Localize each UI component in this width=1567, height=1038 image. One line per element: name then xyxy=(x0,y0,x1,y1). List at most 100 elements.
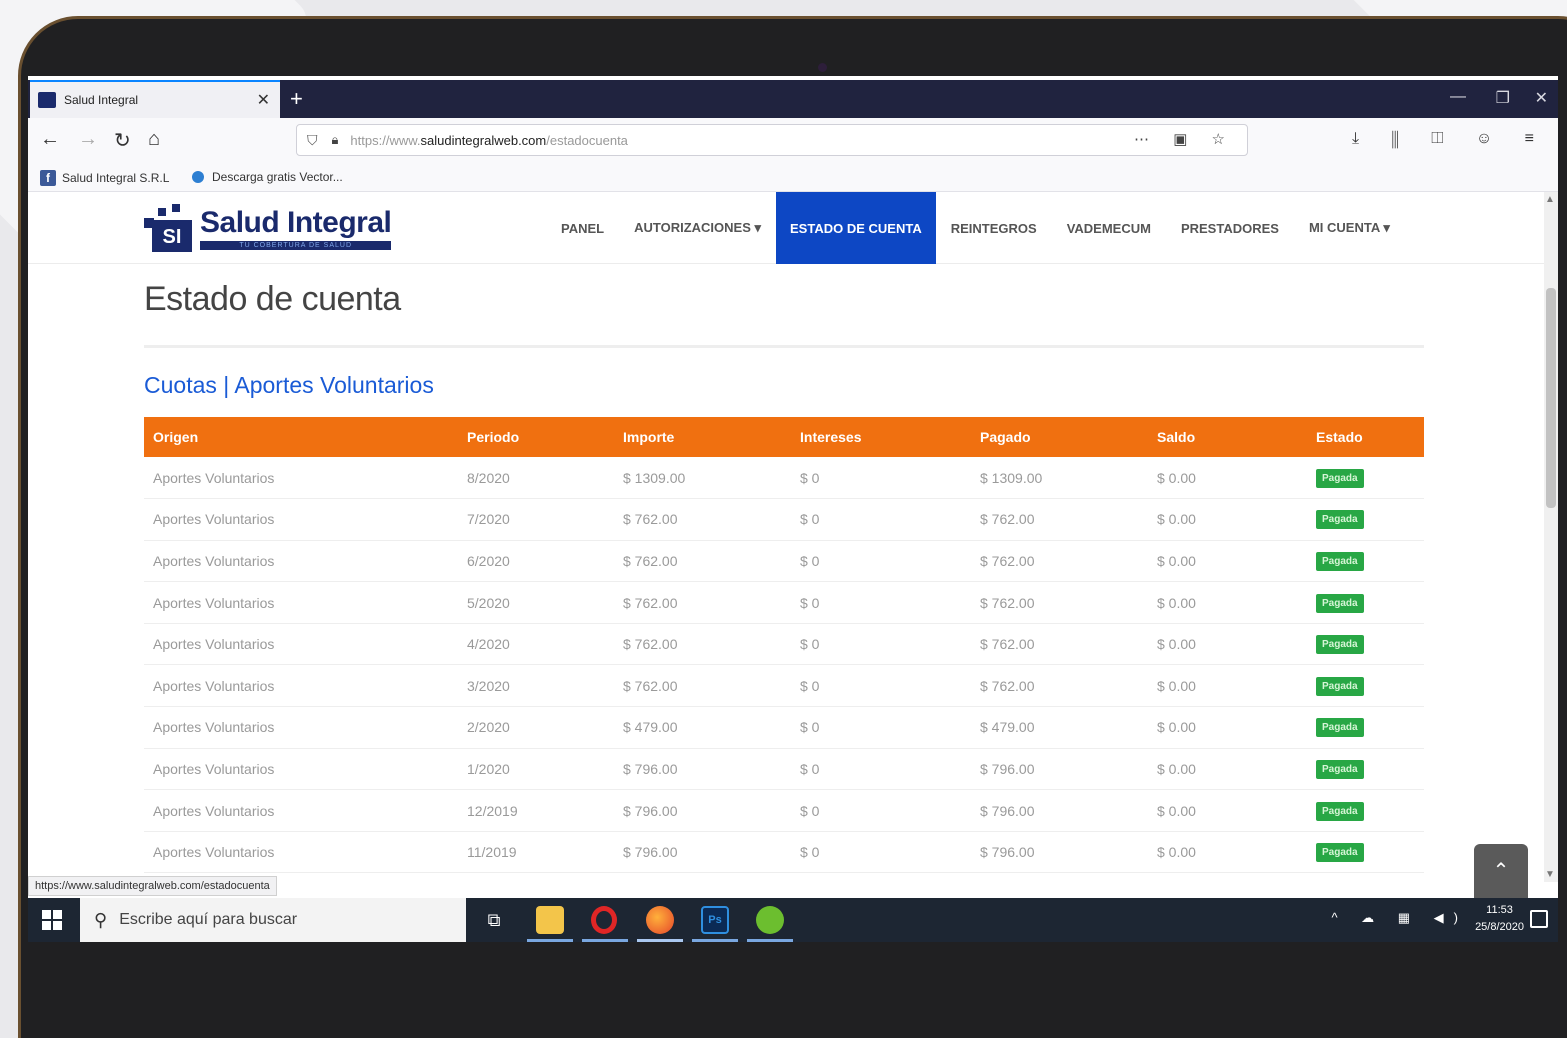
bookmark-item[interactable]: f Salud Integral S.R.L xyxy=(40,170,169,186)
table-cell: $ 0.00 xyxy=(1157,540,1316,583)
table-cell: $ 762.00 xyxy=(980,540,1157,583)
table-cell: $ 0.00 xyxy=(1157,748,1316,791)
browser-toolbar: ← → ↻ ⌂ ⛉ 🔒︎ https://www.saludintegralwe… xyxy=(28,118,1558,162)
firefox-icon[interactable] xyxy=(646,906,674,934)
table-row: Aportes Voluntarios 2/2020 $ 479.00 $ 0 $ 47… xyxy=(144,706,1424,749)
status-cell: Pagada xyxy=(1316,581,1424,624)
bookmark-item[interactable]: Descarga gratis Vector... xyxy=(192,170,343,184)
table-cell: $ 762.00 xyxy=(980,581,1157,624)
nav-reintegros[interactable]: REINTEGROS xyxy=(936,192,1052,264)
globe-icon xyxy=(192,171,204,183)
task-view-icon[interactable]: ⧉ xyxy=(480,906,508,934)
link-status-bar: https://www.saludintegralweb.com/estadoc… xyxy=(28,876,277,896)
address-bar[interactable]: ⛉ 🔒︎ https://www.saludintegralweb.com/es… xyxy=(296,124,1248,156)
webcam xyxy=(818,63,827,72)
table-cell: 12/2019 xyxy=(467,789,623,832)
table-row: Aportes Voluntarios 4/2020 $ 762.00 $ 0 $ 76… xyxy=(144,623,1424,666)
table-cell: $ 0 xyxy=(800,498,980,541)
table-cell: $ 0 xyxy=(800,789,980,832)
table-cell: Aportes Voluntarios xyxy=(144,748,467,791)
nav-mi-cuenta[interactable]: MI CUENTA ▾ xyxy=(1294,192,1405,264)
taskbar-search[interactable]: ⚲ Escribe aquí para buscar xyxy=(80,898,466,942)
restore-icon[interactable]: ❐ xyxy=(1496,88,1510,108)
table-cell: $ 0 xyxy=(800,831,980,874)
account-table: Origen Periodo Importe Intereses Pagado … xyxy=(144,417,1424,874)
table-cell: 11/2019 xyxy=(467,831,623,874)
table-cell: Aportes Voluntarios xyxy=(144,498,467,541)
tab-title: Salud Integral xyxy=(64,93,139,107)
site-header: SI Salud Integral TU COBERTURA DE SALUD … xyxy=(28,192,1544,264)
table-cell: $ 762.00 xyxy=(623,581,800,624)
table-cell: $ 479.00 xyxy=(623,706,800,749)
column-header: Intereses xyxy=(800,429,862,445)
scroll-down-icon[interactable]: ▼ xyxy=(1545,869,1555,880)
windows-start-icon[interactable] xyxy=(42,910,62,930)
app-icon[interactable] xyxy=(756,906,784,934)
scroll-to-top-button[interactable]: ⌃ xyxy=(1474,844,1528,900)
table-cell: Aportes Voluntarios xyxy=(144,581,467,624)
scroll-up-icon[interactable]: ▲ xyxy=(1545,194,1555,205)
table-cell: Aportes Voluntarios xyxy=(144,789,467,832)
new-tab-button[interactable]: + xyxy=(290,86,303,112)
table-cell: 6/2020 xyxy=(467,540,623,583)
status-badge: Pagada xyxy=(1316,635,1364,655)
system-tray-icons[interactable]: ^ ☁ ▦ ◀) xyxy=(1331,910,1468,926)
table-cell: 8/2020 xyxy=(467,457,623,500)
reload-icon[interactable]: ↻ xyxy=(114,128,131,153)
status-cell: Pagada xyxy=(1316,664,1424,708)
lock-icon[interactable]: 🔒︎ xyxy=(332,132,339,148)
breadcrumb[interactable]: Cuotas | Aportes Voluntarios xyxy=(144,372,434,399)
browser-tab[interactable]: Salud Integral ✕ xyxy=(30,80,280,118)
table-cell: $ 762.00 xyxy=(980,623,1157,666)
table-cell: $ 762.00 xyxy=(980,664,1157,708)
nav-vademecum[interactable]: VADEMECUM xyxy=(1052,192,1166,264)
table-cell: 3/2020 xyxy=(467,664,623,708)
divider xyxy=(144,345,1424,348)
scrollbar-thumb[interactable] xyxy=(1546,288,1556,508)
table-cell: $ 762.00 xyxy=(623,623,800,666)
shield-icon[interactable]: ⛉ xyxy=(307,132,318,149)
status-badge: Pagada xyxy=(1316,676,1364,696)
page-actions-icons[interactable]: ⋯ ▣ ☆ xyxy=(1134,130,1235,148)
table-cell: $ 0.00 xyxy=(1157,789,1316,832)
status-badge: Pagada xyxy=(1316,593,1364,613)
table-cell: $ 796.00 xyxy=(623,789,800,832)
table-cell: $ 796.00 xyxy=(623,748,800,791)
nav-autorizaciones[interactable]: AUTORIZACIONES ▾ xyxy=(619,192,776,264)
table-cell: $ 0.00 xyxy=(1157,706,1316,749)
nav-estado-de-cuenta[interactable]: ESTADO DE CUENTA xyxy=(776,192,936,264)
notification-icon[interactable] xyxy=(1530,910,1548,928)
photoshop-icon[interactable]: Ps xyxy=(701,906,729,934)
home-icon[interactable]: ⌂ xyxy=(148,128,160,151)
back-icon[interactable]: ← xyxy=(40,128,60,151)
nav-prestadores[interactable]: PRESTADORES xyxy=(1166,192,1294,264)
table-cell: $ 0 xyxy=(800,623,980,666)
status-cell: Pagada xyxy=(1316,540,1424,583)
table-cell: Aportes Voluntarios xyxy=(144,457,467,500)
opera-icon[interactable] xyxy=(591,906,617,934)
forward-icon[interactable]: → xyxy=(78,128,98,151)
minimize-icon[interactable]: — xyxy=(1450,88,1466,106)
close-window-icon[interactable]: ✕ xyxy=(1535,88,1548,108)
system-clock[interactable]: 11:53 25/8/2020 xyxy=(1475,902,1524,936)
site-logo[interactable]: SI Salud Integral TU COBERTURA DE SALUD xyxy=(144,204,392,252)
toolbar-icons[interactable]: ⤓ ⫼ ◫ ☺ ≡ xyxy=(1352,130,1548,148)
table-cell: 1/2020 xyxy=(467,748,623,791)
bookmarks-bar: f Salud Integral S.R.L Descarga gratis V… xyxy=(28,162,1558,192)
table-cell: $ 762.00 xyxy=(623,540,800,583)
table-cell: $ 796.00 xyxy=(980,748,1157,791)
main-nav: PANEL AUTORIZACIONES ▾ ESTADO DE CUENTA … xyxy=(546,192,1405,264)
table-cell: $ 0 xyxy=(800,457,980,500)
column-header: Importe xyxy=(623,429,675,445)
page-scrollbar[interactable]: ▲ ▼ xyxy=(1544,192,1558,882)
table-cell: 2/2020 xyxy=(467,706,623,749)
logo-tagline: TU COBERTURA DE SALUD xyxy=(200,241,392,250)
table-row: Aportes Voluntarios 12/2019 $ 796.00 $ 0 $ 7… xyxy=(144,789,1424,832)
status-badge: Pagada xyxy=(1316,510,1364,530)
status-cell: Pagada xyxy=(1316,831,1424,874)
close-tab-icon[interactable]: ✕ xyxy=(257,90,270,110)
table-cell: $ 0 xyxy=(800,748,980,791)
file-explorer-icon[interactable] xyxy=(536,906,564,934)
nav-panel[interactable]: PANEL xyxy=(546,192,619,264)
table-cell: $ 796.00 xyxy=(980,789,1157,832)
